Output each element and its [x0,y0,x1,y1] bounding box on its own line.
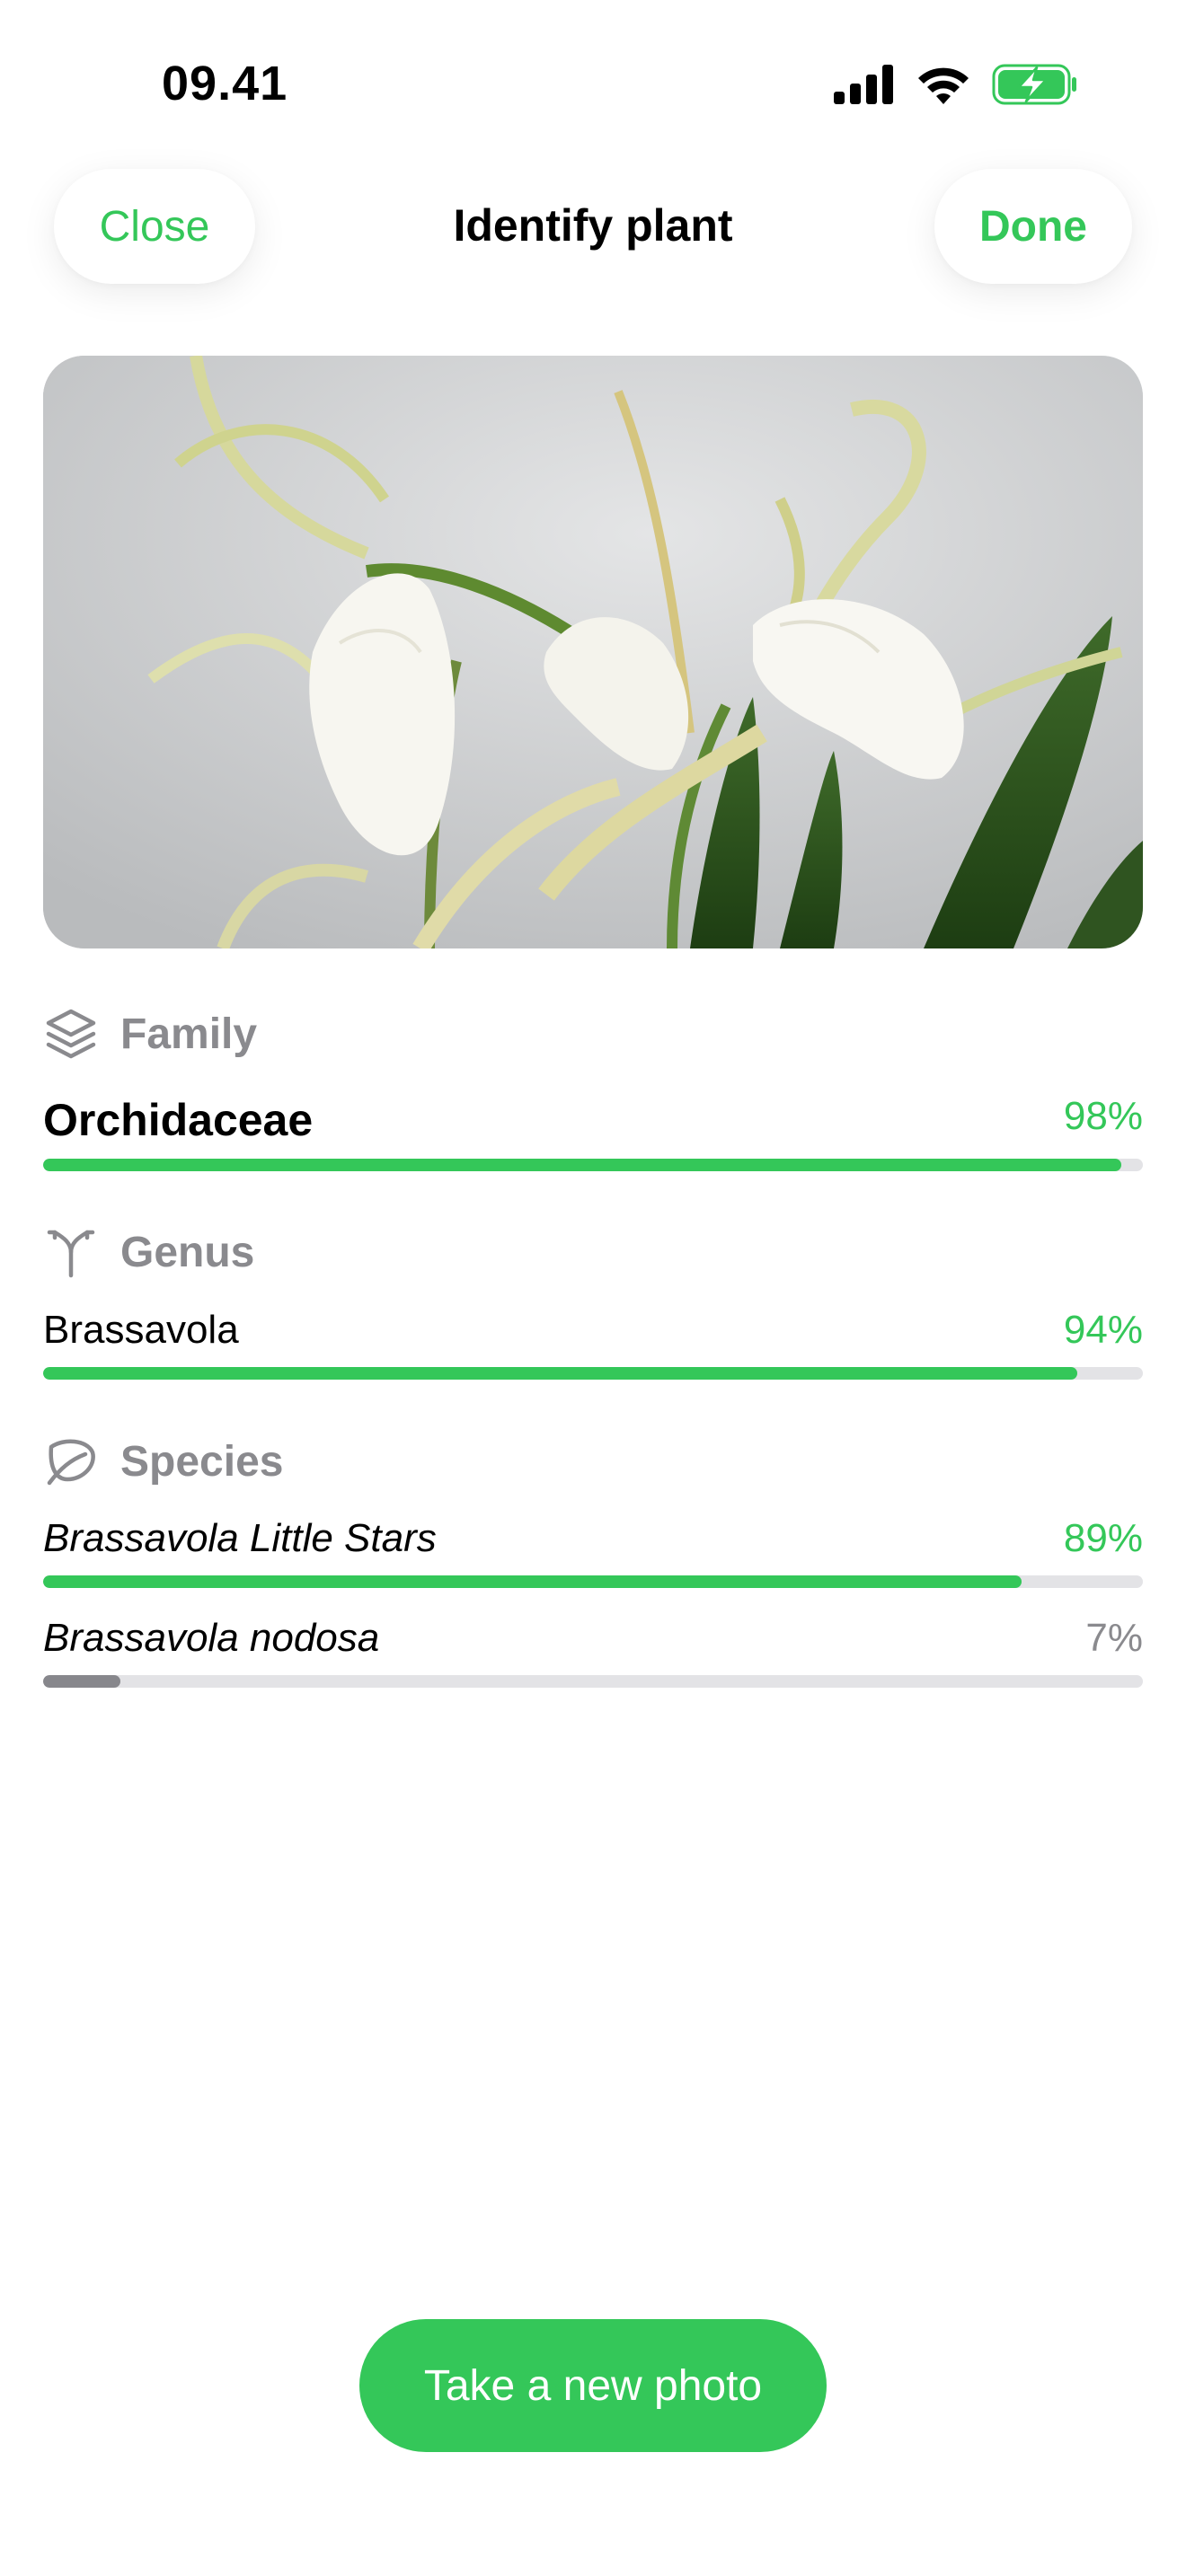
confidence-bar-fill [43,1575,1022,1588]
family-label: Family [120,1010,258,1058]
confidence-bar-track [43,1675,1143,1688]
battery-charging-icon [992,64,1078,110]
result-percent: 7% [1085,1616,1143,1660]
confidence-bar-track [43,1159,1143,1171]
status-time: 09.41 [162,57,288,110]
status-bar: 09.41 [0,0,1186,171]
result-row-species[interactable]: Brassavola Little Stars 89% [43,1516,1143,1570]
done-button[interactable]: Done [934,169,1132,284]
result-row-species[interactable]: Brassavola nodosa 7% [43,1616,1143,1670]
species-section-header: Species [43,1434,283,1489]
result-row-genus[interactable]: Brassavola 94% [43,1308,1143,1362]
leaf-icon [43,1434,99,1489]
result-row-family[interactable]: Orchidaceae 98% [43,1094,1143,1148]
wifi-icon [916,65,970,109]
genus-section-header: Genus [43,1224,254,1280]
result-percent: 89% [1063,1516,1143,1560]
status-icons [834,64,1078,110]
take-new-photo-label: Take a new photo [423,2361,763,2410]
plant-photo [43,356,1143,948]
species-label: Species [120,1437,284,1486]
confidence-bar-fill [43,1367,1077,1380]
family-section-header: Family [43,1006,257,1062]
result-percent: 94% [1063,1308,1143,1352]
result-name: Brassavola Little Stars [43,1516,437,1560]
layers-icon [43,1006,99,1062]
result-name: Brassavola [43,1308,239,1352]
result-percent: 98% [1063,1094,1143,1138]
cellular-signal-icon [834,64,895,109]
confidence-bar-track [43,1367,1143,1380]
confidence-bar-fill [43,1159,1121,1171]
done-button-label: Done [979,202,1087,251]
branch-icon [43,1224,99,1280]
genus-label: Genus [120,1228,255,1276]
result-name: Orchidaceae [43,1095,314,1145]
take-new-photo-button[interactable]: Take a new photo [359,2319,827,2452]
confidence-bar-fill [43,1675,120,1688]
confidence-bar-track [43,1575,1143,1588]
result-name: Brassavola nodosa [43,1616,380,1660]
